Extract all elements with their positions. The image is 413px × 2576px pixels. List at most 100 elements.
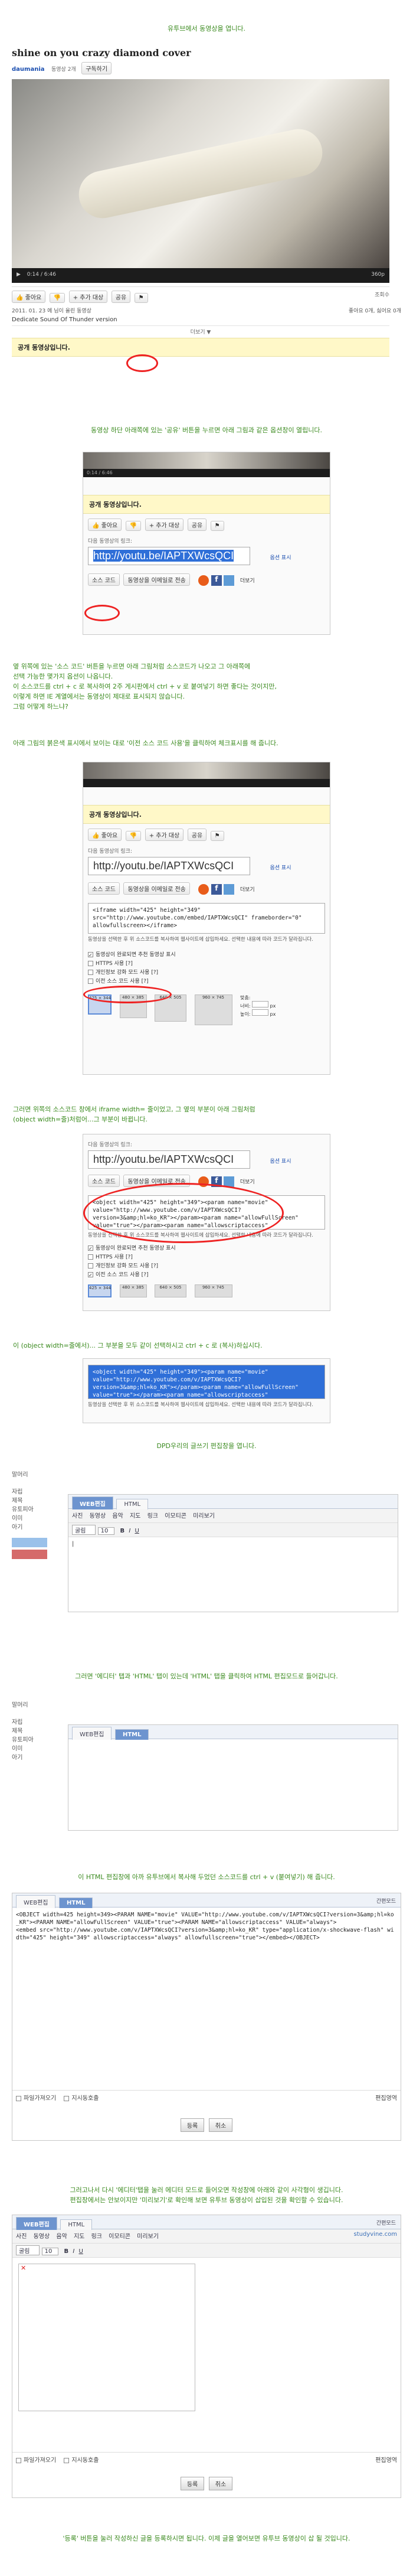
step10-tb-emoticon[interactable]: 이모티콘 — [109, 2231, 130, 2240]
step7-tab-wysiwyg[interactable]: WEB편집 — [72, 1496, 113, 1509]
dislike-button[interactable]: 👎 — [49, 293, 65, 303]
facebook-icon[interactable]: f — [211, 575, 222, 586]
step4-add-button[interactable]: + 추가 대상 — [145, 829, 184, 841]
step4-url-field[interactable]: http://youtu.be/IAPTXWcsQCI — [88, 857, 250, 875]
share-button[interactable]: 공유 — [111, 291, 131, 303]
step7-tb-music[interactable]: 음악 — [112, 1511, 123, 1519]
step9-simple-mode[interactable]: 간편모드 — [376, 1897, 396, 1905]
underline-icon[interactable]: U — [135, 1528, 139, 1534]
step5-more-link[interactable]: 더보기 — [240, 1179, 255, 1185]
step10-tb-video[interactable]: 동영상 — [34, 2231, 50, 2240]
italic-icon[interactable]: I — [129, 1528, 130, 1534]
step4-blogger-icon[interactable] — [198, 884, 209, 895]
blogger-icon[interactable] — [198, 575, 209, 586]
step4-embed-code[interactable]: <iframe width="425" height="349" src="ht… — [88, 903, 325, 934]
step4-facebook-icon[interactable]: f — [211, 884, 222, 895]
step9-tab-html[interactable]: HTML — [58, 1897, 93, 1908]
step4-more-link[interactable]: 더보기 — [240, 887, 255, 893]
step7-tab-html[interactable]: HTML — [116, 1499, 149, 1509]
step5-opt4-checkbox[interactable] — [88, 1272, 93, 1277]
step7-size-select[interactable]: 10 — [97, 1527, 115, 1535]
step4-flag-button[interactable]: ⚑ — [210, 831, 224, 841]
play-icon[interactable]: ▶ — [17, 272, 21, 278]
step2-email-button[interactable]: 동영상을 이메일로 전송 — [123, 573, 190, 586]
step5-url-field[interactable]: http://youtu.be/IAPTXWcsQCI — [88, 1150, 250, 1169]
step10-tab-wysiwyg[interactable]: WEB편집 — [16, 2217, 57, 2230]
step4-opt1[interactable]: 동영상이 완료되면 추천 동영상 표시 — [88, 951, 325, 960]
video-player[interactable]: ▶ 0:14 / 6:46 360p — [12, 79, 389, 283]
step10-edit-area[interactable]: ✕ — [12, 2258, 401, 2453]
step10-size-select[interactable]: 10 — [41, 2248, 59, 2255]
step4-share-button[interactable]: 공유 — [187, 829, 207, 841]
step9-submit-button[interactable]: 등록 — [180, 2118, 205, 2132]
step5-opt2[interactable]: HTTPS 사용 [?] — [88, 1253, 325, 1262]
quality-label[interactable]: 360p — [371, 272, 385, 278]
step10-italic-icon[interactable]: I — [73, 2248, 74, 2255]
more-toggle[interactable]: 더보기 ▼ — [12, 325, 389, 335]
step5-size-4[interactable]: 960 × 745 — [194, 1284, 232, 1297]
step4-dislike-button[interactable]: 👎 — [125, 831, 142, 841]
step9-cancel-button[interactable]: 취소 — [208, 2118, 233, 2132]
step10-opt-a-checkbox[interactable] — [16, 2457, 21, 2463]
step2-dislike-button[interactable]: 👎 — [125, 521, 142, 531]
step4-like-button[interactable]: 👍 좋아요 — [88, 829, 122, 841]
step10-tb-map[interactable]: 지도 — [74, 2231, 84, 2240]
step10-underline-icon[interactable]: U — [78, 2248, 83, 2255]
step4-opt2-checkbox[interactable] — [88, 961, 93, 966]
step5-opt1-checkbox[interactable] — [88, 1245, 93, 1251]
step7-tb-map[interactable]: 지도 — [130, 1511, 140, 1519]
flag-button[interactable]: ⚑ — [134, 293, 148, 303]
channel-link[interactable]: daumania — [12, 66, 45, 73]
step4-opt4[interactable]: 이전 소스 코드 사용 [?] — [88, 977, 325, 986]
step4-size-4[interactable]: 960 × 745 — [194, 994, 232, 1025]
step2-add-button[interactable]: + 추가 대상 — [145, 519, 184, 531]
step7-tb-preview[interactable]: 미리보기 — [193, 1511, 215, 1519]
step5-size-3[interactable]: 640 × 505 — [155, 1284, 186, 1297]
step2-source-code-button[interactable]: 소스 코드 — [88, 573, 120, 586]
step9-tab-wysiwyg[interactable]: WEB편집 — [16, 1895, 56, 1908]
step9-opt-b-checkbox[interactable] — [64, 2095, 70, 2101]
step5-opt4[interactable]: 이전 소스 코드 사용 [?] — [88, 1271, 325, 1280]
step5-size-1[interactable]: 425 × 344 — [88, 1284, 112, 1297]
step4-twitter-icon[interactable] — [224, 884, 235, 895]
add-to-button[interactable]: + 추가 대상 — [68, 291, 108, 303]
step5-source-code-button[interactable]: 소스 코드 — [88, 1175, 120, 1187]
step4-options-link[interactable]: 옵션 표시 — [270, 865, 291, 871]
step5-size-2[interactable]: 480 × 385 — [119, 1284, 147, 1297]
step10-opt-b-checkbox[interactable] — [64, 2457, 70, 2463]
step5-opt1[interactable]: 동영상이 완료되면 추천 동영상 표시 — [88, 1244, 325, 1253]
step5-opt2-checkbox[interactable] — [88, 1254, 93, 1260]
step10-submit-button[interactable]: 등록 — [180, 2477, 205, 2490]
step9-opt-a-checkbox[interactable] — [16, 2095, 21, 2101]
step10-tb-music[interactable]: 음악 — [56, 2231, 67, 2240]
step5-options-link[interactable]: 옵션 표시 — [270, 1159, 291, 1165]
step5-opt3[interactable]: 개인정보 강화 모드 사용 [?] — [88, 1262, 325, 1271]
twitter-icon[interactable] — [224, 575, 235, 586]
step5-opt3-checkbox[interactable] — [88, 1263, 93, 1269]
step2-url-field[interactable]: http://youtu.be/IAPTXWcsQCI — [88, 547, 250, 565]
step10-tb-preview[interactable]: 미리보기 — [137, 2231, 159, 2240]
step10-font-select[interactable]: 굴림 — [16, 2245, 40, 2255]
step10-tb-photo[interactable]: 사진 — [16, 2231, 27, 2240]
step4-opt1-checkbox[interactable] — [88, 952, 93, 957]
step7-edit-area[interactable]: | — [68, 1537, 398, 1608]
step10-bold-icon[interactable]: B — [64, 2248, 69, 2255]
step10-simple-mode[interactable]: 간편모드 — [376, 2219, 396, 2226]
step4-opt4-checkbox[interactable] — [88, 979, 93, 984]
step6-selected-code[interactable]: <object width="425" height="349"><param … — [88, 1365, 325, 1399]
step8-html-area[interactable] — [68, 1739, 398, 1828]
step2-options-link[interactable]: 옵션 표시 — [270, 555, 291, 561]
subscribe-button[interactable]: 구독하기 — [81, 62, 112, 74]
step10-tb-link[interactable]: 링크 — [91, 2231, 102, 2240]
embedded-object-placeholder[interactable]: ✕ — [18, 2264, 195, 2411]
step10-tab-html[interactable]: HTML — [60, 2219, 93, 2230]
step4-opt3[interactable]: 개인정보 강화 모드 사용 [?] — [88, 969, 325, 977]
step4-width-input[interactable] — [251, 1001, 268, 1007]
step4-email-button[interactable]: 동영상을 이메일로 전송 — [123, 882, 190, 895]
step2-more-link[interactable]: 더보기 — [240, 578, 255, 584]
like-button[interactable]: 👍 좋아요 — [12, 291, 46, 303]
step10-cancel-button[interactable]: 취소 — [208, 2477, 233, 2490]
step7-tb-link[interactable]: 링크 — [148, 1511, 158, 1519]
step9-html-area[interactable]: <OBJECT width=425 height=349><PARAM NAME… — [12, 1907, 401, 2091]
step8-tab-wysiwyg[interactable]: WEB편집 — [72, 1727, 112, 1740]
